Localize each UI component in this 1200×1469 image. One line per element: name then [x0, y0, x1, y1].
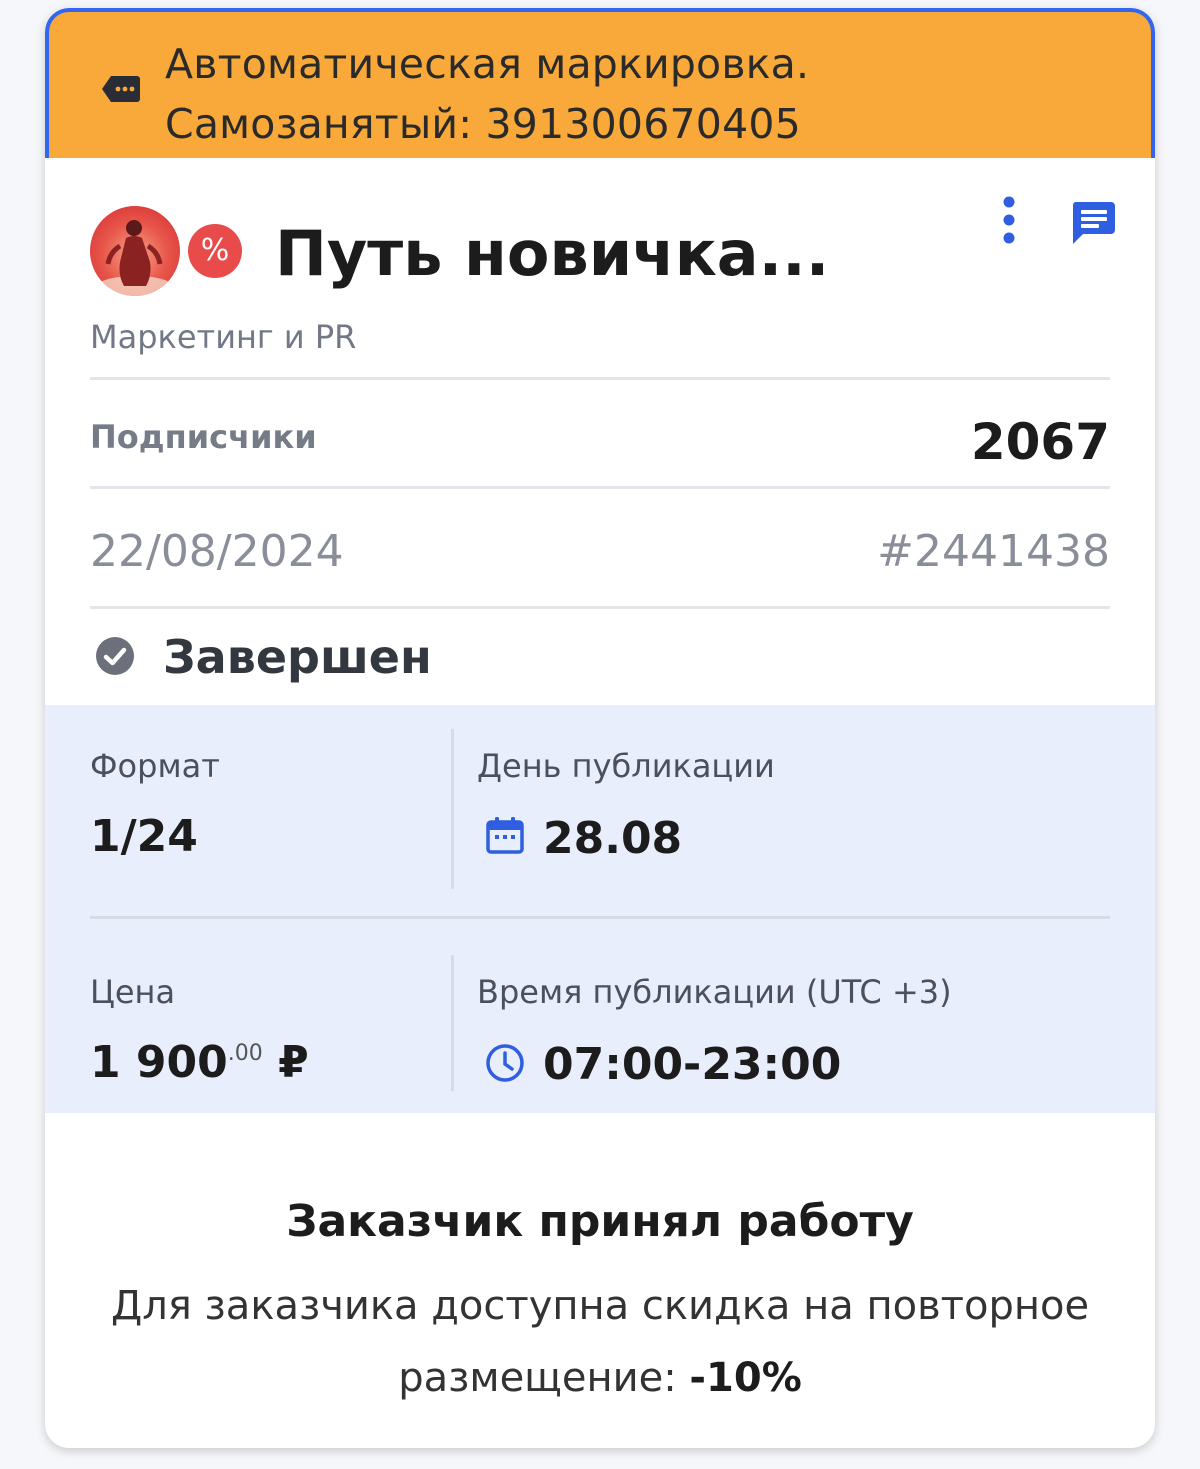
order-id: #2441438: [877, 526, 1110, 577]
divider: [90, 377, 1110, 380]
channel-title[interactable]: Путь новичка...: [275, 214, 829, 294]
discount-value: -10%: [689, 1355, 802, 1401]
more-vertical-icon[interactable]: [995, 194, 1023, 250]
subscribers-label: Подписчики: [90, 418, 317, 456]
divider: [90, 486, 1110, 489]
accepted-title: Заказчик принял работу: [286, 1196, 914, 1247]
price-label: Цена: [90, 973, 176, 1011]
pub-day-label: День публикации: [477, 747, 775, 785]
order-date: 22/08/2024: [90, 526, 344, 577]
self-employed-id: Самозанятый: 391300670405: [165, 100, 801, 148]
column-divider: [451, 955, 454, 1091]
format-label: Формат: [90, 747, 220, 785]
marking-title: Автоматическая маркировка.: [165, 40, 810, 88]
discount-note: Для заказчика доступна скидка на повторн…: [105, 1270, 1095, 1414]
channel-avatar[interactable]: [90, 206, 180, 296]
price-main: 1 900: [90, 1037, 228, 1088]
order-status: Завершен: [163, 630, 432, 684]
check-circle-icon: [96, 637, 134, 675]
chat-icon[interactable]: [1069, 198, 1117, 246]
clock-icon: [486, 1044, 524, 1082]
details-panel: Формат 1/24 День публикации 28.08 Цена 1…: [45, 705, 1155, 1113]
subscribers-value: 2067: [970, 413, 1110, 471]
price-value: 1 900.00 ₽: [90, 1037, 309, 1088]
marking-text: Автоматическая маркировка. Самозанятый: …: [165, 34, 809, 154]
pub-time-value: 07:00-23:00: [543, 1039, 842, 1090]
divider: [90, 606, 1110, 609]
calendar-icon: [486, 817, 524, 854]
pub-time-label: Время публикации (UTC +3): [477, 973, 952, 1011]
price-cents: .00: [227, 1041, 263, 1066]
marking-banner: Автоматическая маркировка. Самозанятый: …: [45, 8, 1155, 158]
row-divider: [90, 916, 1110, 919]
discount-note-text: Для заказчика доступна скидка на повторн…: [110, 1283, 1090, 1401]
order-card: Автоматическая маркировка. Самозанятый: …: [45, 8, 1155, 1448]
pub-day-value: 28.08: [543, 813, 683, 864]
discount-badge: %: [188, 224, 242, 278]
dancer-avatar: [90, 206, 180, 296]
column-divider: [451, 729, 454, 889]
channel-category: Маркетинг и PR: [90, 318, 357, 356]
tag-icon: [102, 76, 140, 102]
price-currency: ₽: [278, 1037, 309, 1088]
format-value: 1/24: [90, 811, 198, 862]
